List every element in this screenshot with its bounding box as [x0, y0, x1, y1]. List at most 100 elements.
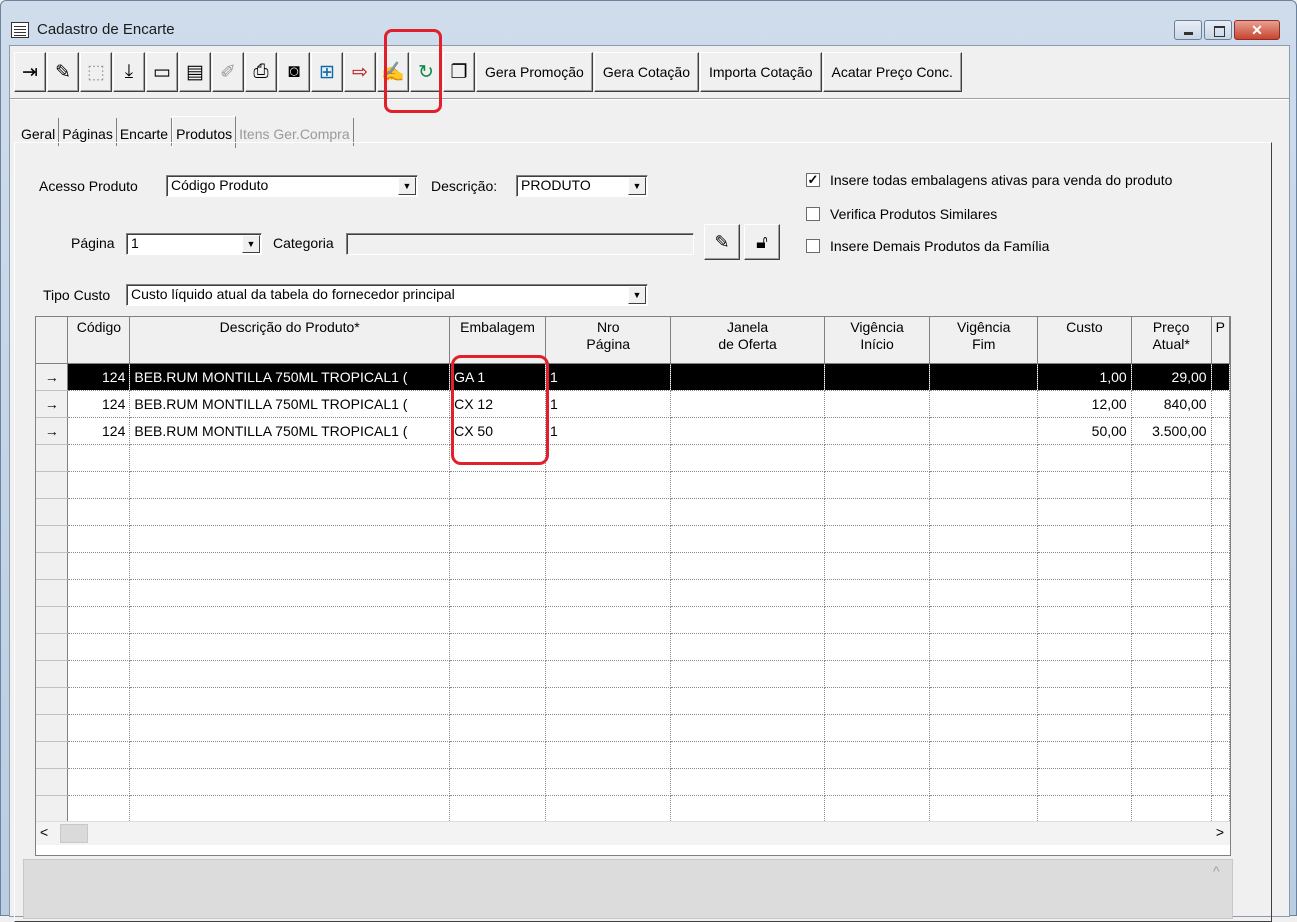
empty-cell[interactable] [1131, 714, 1212, 742]
empty-cell[interactable] [670, 714, 825, 742]
empty-row[interactable] [36, 714, 1230, 742]
empty-cell[interactable] [129, 660, 451, 688]
empty-cell[interactable] [929, 471, 1039, 499]
empty-cell[interactable] [670, 579, 825, 607]
empty-cell[interactable] [824, 525, 931, 553]
empty-cell[interactable] [1211, 714, 1230, 742]
cell-codigo[interactable]: 124 [67, 417, 131, 445]
empty-cell[interactable] [1211, 552, 1230, 580]
edit-categoria-icon[interactable]: ✎ [704, 224, 740, 260]
cell-vig-fim[interactable] [929, 363, 1039, 391]
empty-cell[interactable] [1037, 660, 1132, 688]
chevron-down-icon[interactable]: ▼ [398, 177, 416, 195]
empty-cell[interactable] [1131, 606, 1212, 634]
empty-cell[interactable] [545, 714, 672, 742]
horizontal-scrollbar[interactable]: < > [36, 821, 1230, 845]
empty-cell[interactable] [129, 795, 451, 823]
chk-insere-todas[interactable]: ✓ Insere todas embalagens ativas para ve… [806, 172, 1172, 188]
empty-cell[interactable] [67, 795, 131, 823]
col-preco-atual[interactable]: Preço Atual* [1131, 317, 1212, 364]
empty-cell[interactable] [545, 795, 672, 823]
empty-cell[interactable] [545, 552, 672, 580]
empty-cell[interactable] [67, 471, 131, 499]
chevron-down-icon[interactable]: ▼ [628, 177, 646, 195]
empty-cell[interactable] [449, 471, 546, 499]
empty-cell[interactable] [670, 633, 825, 661]
empty-cell[interactable] [1211, 579, 1230, 607]
empty-cell[interactable] [824, 444, 931, 472]
empty-cell[interactable] [1211, 471, 1230, 499]
empty-cell[interactable] [1211, 606, 1230, 634]
minimize-button[interactable] [1174, 20, 1202, 40]
maximize-button[interactable] [1204, 20, 1232, 40]
empty-cell[interactable] [824, 741, 931, 769]
empty-cell[interactable] [129, 741, 451, 769]
empty-cell[interactable] [1037, 741, 1132, 769]
empty-cell[interactable] [449, 795, 546, 823]
empty-cell[interactable] [670, 498, 825, 526]
empty-cell[interactable] [1037, 795, 1132, 823]
empty-row[interactable] [36, 741, 1230, 769]
empty-cell[interactable] [1131, 633, 1212, 661]
table-row[interactable]: → 124 BEB.RUM MONTILLA 750ML TROPICAL1 (… [36, 363, 1230, 391]
col-vigencia-inicio[interactable]: Vigência Início [824, 317, 931, 364]
cell-preco[interactable]: 29,00 [1131, 363, 1212, 391]
empty-cell[interactable] [449, 606, 546, 634]
print-icon[interactable]: ⎙ [245, 52, 277, 92]
empty-cell[interactable] [670, 552, 825, 580]
empty-cell[interactable] [545, 687, 672, 715]
empty-cell[interactable] [129, 687, 451, 715]
col-embalagem[interactable]: Embalagem [449, 317, 546, 364]
cell-codigo[interactable]: 124 [67, 390, 131, 418]
empty-cell[interactable] [1211, 660, 1230, 688]
cell-vig-fim[interactable] [929, 390, 1039, 418]
empty-cell[interactable] [67, 741, 131, 769]
cell-embalagem[interactable]: CX 12 [449, 390, 546, 418]
checkbox-checked-icon[interactable]: ✓ [806, 173, 820, 187]
empty-cell[interactable] [824, 768, 931, 796]
col-custo[interactable]: Custo [1037, 317, 1132, 364]
checkbox-icon[interactable] [806, 207, 820, 221]
checkbox-icon[interactable] [806, 239, 820, 253]
col-p[interactable]: P [1211, 317, 1230, 364]
empty-cell[interactable] [1211, 741, 1230, 769]
cell-vig-inicio[interactable] [824, 390, 931, 418]
table-row[interactable]: → 124 BEB.RUM MONTILLA 750ML TROPICAL1 (… [36, 390, 1230, 418]
empty-cell[interactable] [824, 633, 931, 661]
empty-cell[interactable] [670, 741, 825, 769]
empty-cell[interactable] [449, 687, 546, 715]
col-janela-oferta[interactable]: Janela de Oferta [670, 317, 825, 364]
delete-icon[interactable]: ▭ [146, 52, 178, 92]
empty-cell[interactable] [1037, 687, 1132, 715]
empty-cell[interactable] [1131, 768, 1212, 796]
chk-verifica-similares[interactable]: Verifica Produtos Similares [806, 206, 997, 222]
empty-cell[interactable] [1037, 633, 1132, 661]
empty-cell[interactable] [1037, 525, 1132, 553]
tipo-custo-select[interactable]: Custo líquido atual da tabela do fornece… [126, 284, 648, 306]
empty-cell[interactable] [545, 741, 672, 769]
empty-cell[interactable] [670, 768, 825, 796]
add-product-icon[interactable]: ⊞ [311, 52, 343, 92]
chevron-down-icon[interactable]: ▼ [242, 235, 260, 253]
empty-cell[interactable] [929, 606, 1039, 634]
descricao-select[interactable]: PRODUTO ▼ [516, 175, 648, 197]
empty-cell[interactable] [449, 768, 546, 796]
empty-row[interactable] [36, 768, 1230, 796]
copy-icon[interactable]: ❐ [443, 52, 475, 92]
col-descricao[interactable]: Descrição do Produto* [129, 317, 451, 364]
empty-row[interactable] [36, 687, 1230, 715]
empty-cell[interactable] [1131, 471, 1212, 499]
camera-icon[interactable]: ◙ [278, 52, 310, 92]
col-vigencia-fim[interactable]: Vigência Fim [929, 317, 1039, 364]
empty-cell[interactable] [824, 552, 931, 580]
empty-cell[interactable] [67, 606, 131, 634]
empty-cell[interactable] [1131, 498, 1212, 526]
empty-cell[interactable] [1131, 579, 1212, 607]
empty-cell[interactable] [929, 444, 1039, 472]
cell-pagina[interactable]: 1 [545, 417, 672, 445]
empty-cell[interactable] [1211, 525, 1230, 553]
empty-cell[interactable] [449, 579, 546, 607]
empty-cell[interactable] [67, 444, 131, 472]
table-row[interactable]: → 124 BEB.RUM MONTILLA 750ML TROPICAL1 (… [36, 417, 1230, 445]
empty-cell[interactable] [824, 687, 931, 715]
